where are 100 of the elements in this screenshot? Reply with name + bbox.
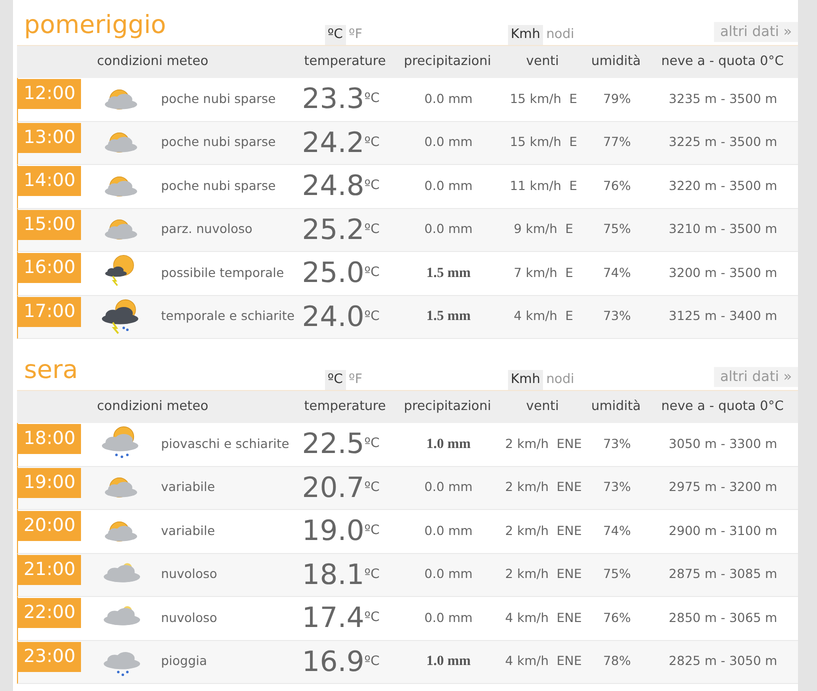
column-header: venti [526,399,559,414]
snow-level: 2900 m - 3100 m [668,522,778,538]
humidity: 74% [603,264,631,280]
unit-toggle[interactable]: ºC [324,370,346,390]
precipitation: 1.0 mm [426,654,471,670]
temperature-value: 24.8 [302,172,364,200]
snow-level: 3210 m - 3500 m [668,221,778,236]
condition-text: nuvoloso [161,566,218,582]
snow-level: 2875 m - 3085 m [668,566,778,582]
sun-cloud-icon [104,477,138,498]
precipitation: 0.0 mm [424,566,473,582]
wind-speed: 2 km/h [505,478,549,496]
wind-direction: E [565,220,574,238]
unit-toggle[interactable]: ºC [324,25,346,45]
precipitation: 0.0 mm [424,178,473,193]
precipitation: 1.5 mm [426,309,471,324]
snow-level: 3225 m - 3500 m [668,134,778,150]
precipitation: 0.0 mm [424,522,473,538]
condition-text: variabile [161,522,215,538]
condition-text: possibile temporale [161,264,284,280]
more-data-link[interactable]: altri dati » [714,22,798,42]
time-badge: 19:00 [18,468,81,498]
precipitation: 1.5 mm [426,266,471,281]
wind-speed: 9 km/h [514,220,558,238]
precipitation: 0.0 mm [424,134,473,150]
humidity: 76% [603,610,631,625]
wind-direction: ENE [556,478,582,496]
humidity: 79% [603,90,631,106]
snow-level: 3200 m - 3500 m [668,264,778,280]
column-header: temperature [304,399,386,414]
wind-speed: 11 km/h [510,176,562,195]
snow-level: 3125 m - 3400 m [668,308,778,324]
time-badge: 12:00 [18,79,81,109]
condition-text: temporale e schiarite [161,308,295,324]
time-badge: 13:00 [18,122,81,152]
time-badge: 15:00 [18,210,81,240]
temperature-unit: ºC [364,478,380,497]
wind-speed: 4 km/h [505,608,549,627]
wind-speed: 2 km/h [505,434,549,453]
sun-cloud-icon [104,132,138,154]
column-header: condizioni meteo [97,399,208,414]
temperature-value: 24.2 [302,128,364,157]
temperature-value: 18.1 [302,560,364,589]
precipitation: 0.0 mm [424,610,473,625]
temperature-value: 19.0 [302,517,364,546]
temperature-value: 25.0 [302,259,364,288]
condition-text: poche nubi sparse [161,134,276,150]
snow-level: 2975 m - 3200 m [668,479,778,494]
unit-toggle[interactable]: Kmh [508,370,544,390]
temperature-value: 24.0 [302,302,364,331]
temperature-unit: ºC [364,264,380,282]
time-badge: 21:00 [18,554,81,584]
time-badge: 22:00 [18,598,81,628]
unit-toggle[interactable]: Kmh [508,25,544,45]
temperature-value: 16.9 [302,648,364,676]
temperature-unit: ºC [364,134,380,152]
snow-level: 2850 m - 3065 m [668,610,778,625]
temperature-unit: ºC [364,90,380,108]
wind-speed: 2 km/h [505,565,549,584]
precipitation: 0.0 mm [424,90,473,106]
wind-direction: ENE [556,565,582,584]
temperature-value: 22.5 [302,430,364,458]
precipitation: 1.0 mm [426,436,471,452]
wind-direction: ENE [556,652,582,670]
column-header: venti [526,54,559,70]
condition-text: pioggia [161,653,208,668]
temperature-unit: ºC [364,177,380,196]
condition-text: parz. nuvoloso [161,221,252,236]
time-badge: 18:00 [18,424,81,454]
humidity: 73% [603,436,631,451]
snow-level: 3050 m - 3300 m [668,436,778,451]
wind-speed: 4 km/h [505,652,549,670]
humidity: 73% [603,479,631,494]
temperature-unit: ºC [364,435,380,454]
column-header: umidità [591,54,641,70]
sun-cloud-icon [104,520,138,542]
precipitation: 0.0 mm [424,221,473,236]
condition-text: nuvoloso [161,610,218,625]
snow-level: 3220 m - 3500 m [668,178,778,193]
wind-direction: ENE [556,608,582,627]
condition-text: variabile [161,479,215,494]
temperature-unit: ºC [364,652,380,671]
wind-speed: 15 km/h [510,90,562,108]
wind-direction: ENE [556,522,582,540]
section-title: sera [24,357,78,382]
wind-speed: 2 km/h [505,522,549,540]
time-badge: 16:00 [18,253,81,283]
humidity: 76% [603,178,631,193]
humidity: 75% [603,566,631,582]
temperature-unit: ºC [364,522,380,540]
column-header: umidità [591,399,641,414]
wind-speed: 4 km/h [514,307,558,326]
column-header: condizioni meteo [97,54,208,70]
wind-speed: 7 km/h [514,264,558,282]
column-header: neve a - quota 0°C [661,399,784,414]
more-data-link[interactable]: altri dati » [714,367,798,387]
condition-text: poche nubi sparse [161,90,276,106]
wind-direction: E [569,133,578,152]
humidity: 78% [603,653,631,668]
column-header: precipitazioni [404,54,492,70]
